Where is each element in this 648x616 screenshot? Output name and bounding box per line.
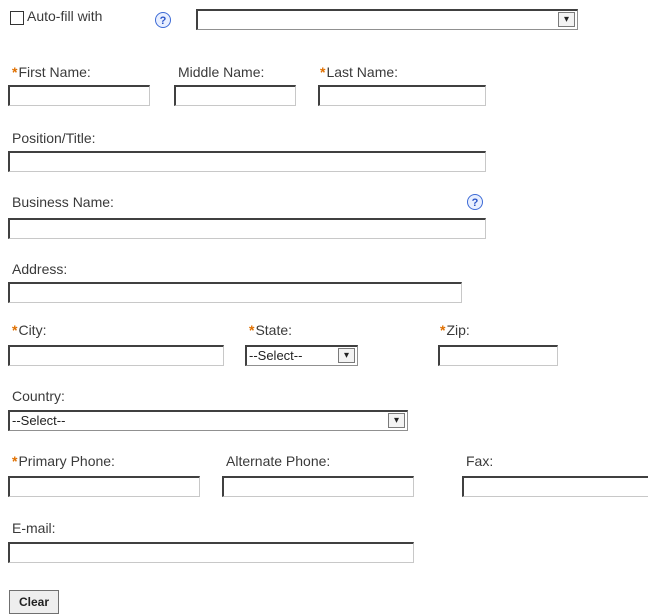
last-name-input[interactable] xyxy=(318,85,486,106)
fax-input[interactable] xyxy=(462,476,648,497)
required-marker: * xyxy=(12,322,18,338)
autofill-help-icon[interactable]: ? xyxy=(155,12,171,28)
first-name-label: *First Name: xyxy=(12,64,91,80)
address-label: Address: xyxy=(12,261,68,277)
zip-label: *Zip: xyxy=(440,322,470,338)
required-marker: * xyxy=(12,453,18,469)
primary-phone-label: *Primary Phone: xyxy=(12,453,115,469)
position-input[interactable] xyxy=(8,151,486,172)
address-input[interactable] xyxy=(8,282,462,303)
business-help-icon[interactable]: ? xyxy=(467,194,483,210)
required-marker: * xyxy=(249,322,255,338)
country-label: Country: xyxy=(12,388,65,404)
alternate-phone-input[interactable] xyxy=(222,476,414,497)
autofill-checkbox[interactable] xyxy=(10,11,24,25)
first-name-label-text: First Name: xyxy=(18,64,91,80)
city-input[interactable] xyxy=(8,345,224,366)
country-select[interactable]: --Select-- ▾ xyxy=(8,410,408,431)
autofill-label: Auto-fill with xyxy=(27,8,103,24)
city-label-text: City: xyxy=(18,322,47,338)
state-select[interactable]: --Select-- ▾ xyxy=(245,345,358,366)
first-name-input[interactable] xyxy=(8,85,150,106)
primary-phone-input[interactable] xyxy=(8,476,200,497)
state-label: *State: xyxy=(249,322,292,338)
middle-name-input[interactable] xyxy=(174,85,296,106)
position-label: Position/Title: xyxy=(12,130,96,146)
zip-input[interactable] xyxy=(438,345,558,366)
middle-name-label: Middle Name: xyxy=(178,64,265,80)
business-name-input[interactable] xyxy=(8,218,486,239)
primary-phone-label-text: Primary Phone: xyxy=(18,453,115,469)
alternate-phone-label: Alternate Phone: xyxy=(226,453,331,469)
state-label-text: State: xyxy=(255,322,293,338)
last-name-label: *Last Name: xyxy=(320,64,398,80)
state-select-value: --Select-- xyxy=(249,348,303,363)
city-label: *City: xyxy=(12,322,46,338)
required-marker: * xyxy=(320,64,326,80)
chevron-down-icon: ▾ xyxy=(388,413,405,428)
email-input[interactable] xyxy=(8,542,414,563)
required-marker: * xyxy=(12,64,18,80)
zip-label-text: Zip: xyxy=(446,322,470,338)
last-name-label-text: Last Name: xyxy=(326,64,399,80)
chevron-down-icon: ▾ xyxy=(558,12,575,27)
autofill-select[interactable]: ▾ xyxy=(196,9,578,30)
fax-label: Fax: xyxy=(466,453,494,469)
country-select-value: --Select-- xyxy=(12,413,66,428)
email-label: E-mail: xyxy=(12,520,56,536)
required-marker: * xyxy=(440,322,446,338)
business-name-label: Business Name: xyxy=(12,194,114,210)
chevron-down-icon: ▾ xyxy=(338,348,355,363)
clear-button[interactable]: Clear xyxy=(9,590,59,614)
